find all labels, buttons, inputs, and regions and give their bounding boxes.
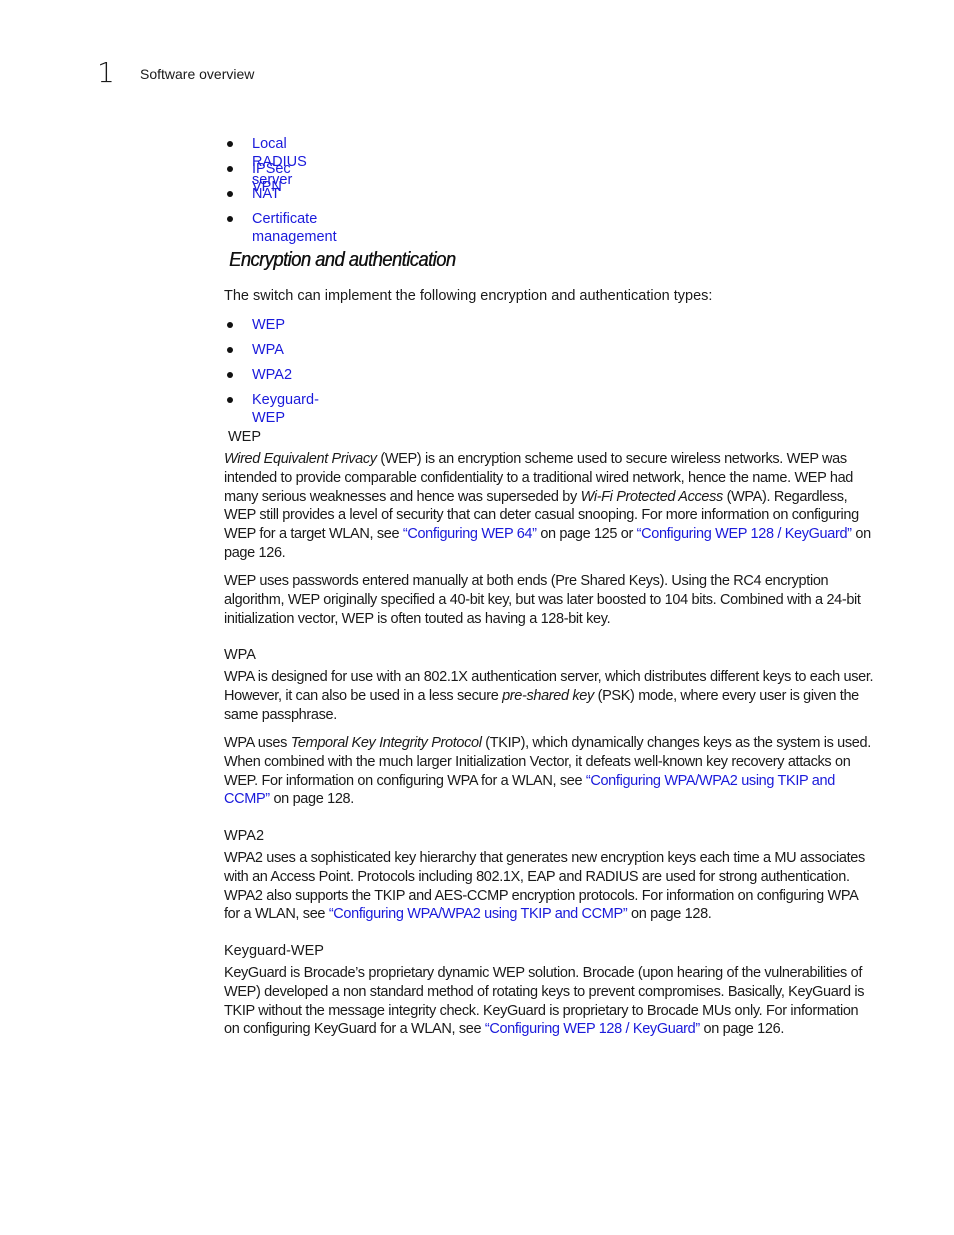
text: on page 125 or: [536, 526, 637, 543]
link-certificate-management[interactable]: Certificate management: [252, 210, 337, 246]
bullet-icon: [227, 322, 233, 328]
bullet-icon: [227, 166, 233, 172]
link-configuring-wpa-wpa2[interactable]: “Configuring WPA/WPA2 using TKIP and CCM…: [329, 906, 628, 922]
italic-term: Temporal Key Integrity Protocol: [290, 735, 482, 751]
bullet-icon: [227, 347, 233, 353]
bullet-icon: [227, 372, 233, 378]
chapter-number: 1: [97, 56, 115, 89]
section-intro: The switch can implement the following e…: [224, 288, 713, 304]
wpa2-paragraph: WPA2 uses a sophisticated key hierarchy …: [224, 849, 874, 924]
link-configuring-wep-128-keyguard[interactable]: “Configuring WEP 128 / KeyGuard”: [485, 1021, 700, 1037]
link-configuring-wep-64[interactable]: “Configuring WEP 64”: [403, 526, 537, 542]
link-nat[interactable]: NAT: [252, 185, 280, 203]
bullet-icon: [227, 397, 233, 403]
link-wpa[interactable]: WPA: [252, 341, 284, 359]
italic-term: pre-shared key: [502, 687, 594, 704]
wpa-paragraph-1: WPA is designed for use with an 802.1X a…: [224, 668, 874, 724]
link-configuring-wep-128-keyguard[interactable]: “Configuring WEP 128 / KeyGuard”: [637, 526, 852, 542]
keyguard-paragraph: KeyGuard is Brocade’s proprietary dynami…: [224, 964, 874, 1039]
bullet-icon: [227, 216, 233, 222]
text: on page 126.: [699, 1021, 785, 1038]
link-wpa2[interactable]: WPA2: [252, 366, 292, 384]
text: WPA uses: [224, 735, 291, 751]
wpa-heading: WPA: [224, 647, 256, 663]
italic-term: Wired Equivalent Privacy: [224, 451, 377, 467]
italic-term: Wi-Fi Protected Access: [580, 488, 724, 505]
text: on page 128.: [627, 906, 712, 923]
wep-paragraph-1: Wired Equivalent Privacy (WEP) is an enc…: [224, 450, 874, 563]
bullet-icon: [227, 191, 233, 197]
keyguard-heading: Keyguard-WEP: [224, 943, 324, 959]
bullet-icon: [227, 141, 233, 147]
section-heading: Encryption and authentication: [229, 249, 456, 271]
chapter-title: Software overview: [140, 66, 255, 82]
wep-heading: WEP: [228, 429, 262, 445]
wpa2-heading: WPA2: [224, 828, 265, 844]
link-wep[interactable]: WEP: [252, 316, 285, 334]
link-keyguard-wep[interactable]: Keyguard-WEP: [252, 391, 319, 427]
wpa-paragraph-2: WPA uses Temporal Key Integrity Protocol…: [224, 734, 874, 809]
wep-paragraph-2: WEP uses passwords entered manually at b…: [224, 573, 861, 627]
text: on page 128.: [269, 791, 354, 808]
